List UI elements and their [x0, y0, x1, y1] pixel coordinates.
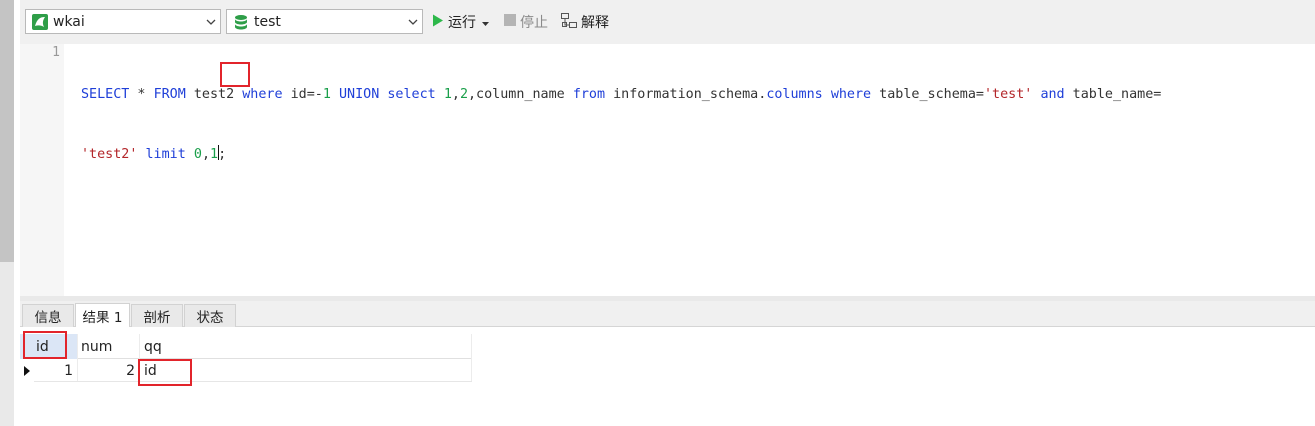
sql-code[interactable]: SELECT * FROM test2 where id=-1 UNION se… [81, 45, 1161, 205]
chevron-down-icon[interactable] [404, 10, 422, 33]
column-header-qq[interactable]: qq [141, 334, 472, 359]
sql-token: columns [766, 87, 823, 102]
tab-status[interactable]: 状态 [184, 304, 236, 327]
sql-token: 1 [322, 87, 331, 102]
sql-editor[interactable]: 1 SELECT * FROM test2 where id=-1 UNION … [20, 44, 1315, 296]
connection-name: wkai [53, 13, 85, 30]
explain-icon [561, 12, 577, 32]
current-row-arrow-icon [20, 360, 34, 382]
sql-token: table_schema= [871, 87, 984, 102]
result-tabs: 信息 结果 1 剖析 状态 [20, 301, 1315, 327]
sql-token: from [572, 87, 606, 102]
table-row[interactable]: 1 2 id [34, 360, 472, 382]
stop-button[interactable]: 停止 [504, 12, 548, 32]
sql-token: and [1040, 87, 1065, 102]
sql-token: ; [218, 147, 227, 162]
column-header-id[interactable]: id [20, 334, 77, 359]
sql-token: where [242, 87, 283, 102]
window-edge-strip-lower [0, 262, 14, 426]
database-name: test [254, 13, 281, 30]
code-line-1: SELECT * FROM test2 where id=-1 UNION se… [81, 85, 1161, 105]
sql-token: information_schema. [605, 87, 767, 102]
run-button[interactable]: 运行 [432, 12, 489, 32]
result-grid: id num qq 1 2 id [20, 334, 472, 384]
sql-token: ,column_name [468, 87, 573, 102]
query-toolbar: wkai test 运行 停止 解释 [20, 0, 1315, 44]
column-header-num[interactable]: num [78, 334, 138, 359]
line-gutter: 1 [20, 44, 64, 296]
sql-token: SELECT [81, 87, 130, 102]
tab-info[interactable]: 信息 [22, 304, 74, 327]
cell-qq[interactable]: id [142, 360, 472, 382]
sql-token: UNION [339, 87, 380, 102]
sql-token: table_name= [1064, 87, 1162, 102]
sql-token: * [129, 87, 154, 102]
explain-label: 解释 [581, 15, 609, 31]
sql-token: test2 [185, 87, 243, 102]
sql-token: 0 [193, 147, 202, 162]
chevron-down-icon[interactable] [202, 10, 220, 33]
mysql-connection-icon [32, 13, 48, 30]
play-icon [432, 14, 444, 31]
grid-header: id num qq [20, 334, 472, 359]
sql-token: 2 [459, 87, 468, 102]
sql-token: , [201, 147, 210, 162]
window-edge-strip [0, 0, 14, 262]
run-dropdown-icon[interactable] [482, 14, 489, 30]
cell-id[interactable]: 1 [34, 360, 77, 382]
sql-token: select [387, 87, 436, 102]
line-number: 1 [52, 45, 60, 60]
sql-token: , [451, 87, 460, 102]
sql-token: 1 [443, 87, 452, 102]
sql-token: FROM [153, 87, 186, 102]
sql-token: id=- [282, 87, 323, 102]
tab-result-1[interactable]: 结果 1 [75, 303, 130, 327]
code-line-1-wrapped: 'test2' limit 0,1; [81, 145, 1161, 165]
cell-num[interactable]: 2 [78, 360, 139, 382]
stop-label: 停止 [520, 15, 548, 31]
explain-button[interactable]: 解释 [561, 12, 609, 32]
sql-token: where [830, 87, 872, 102]
database-select[interactable]: test [226, 9, 423, 34]
stop-icon [504, 14, 516, 30]
sql-token: 'test2' [81, 147, 138, 162]
run-label: 运行 [448, 15, 476, 31]
connection-select[interactable]: wkai [25, 9, 221, 34]
sql-token: 'test' [984, 87, 1033, 102]
sql-token: limit [145, 147, 186, 162]
database-icon [233, 14, 249, 30]
tab-profile[interactable]: 剖析 [131, 304, 183, 327]
